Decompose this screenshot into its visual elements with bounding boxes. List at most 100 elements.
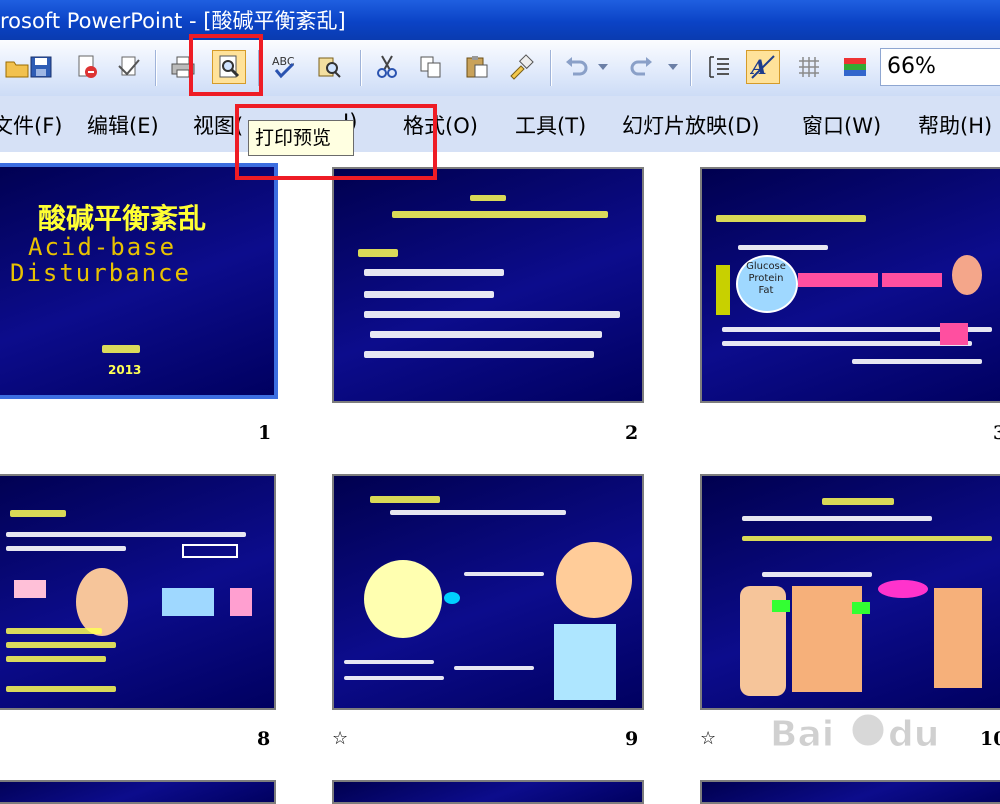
slide-3-line xyxy=(852,359,982,364)
slide-10-line xyxy=(742,516,932,521)
slide-10-line xyxy=(762,572,872,577)
permission-icon[interactable] xyxy=(70,50,104,84)
slide-9-box xyxy=(554,624,616,700)
slide-8-line xyxy=(6,532,246,537)
grid-icon[interactable] xyxy=(792,50,826,84)
slide-9-line xyxy=(454,666,534,670)
slide-3-line xyxy=(722,341,972,346)
slide-1-subtitle-2: Disturbance xyxy=(10,259,191,287)
slide-9-cell xyxy=(556,542,632,618)
slide-10-arrow xyxy=(852,602,870,614)
cut-icon[interactable] xyxy=(370,50,404,84)
slide-1-year: 2013 xyxy=(108,363,142,377)
spelling-icon[interactable]: ABC xyxy=(268,50,302,84)
slide-number-3: 3 xyxy=(993,422,1000,444)
slide-9-line xyxy=(344,676,444,680)
slide-10-heading xyxy=(822,498,894,505)
slide-2-line xyxy=(364,311,620,318)
slide-8-line xyxy=(6,656,106,662)
slide-3-circle-text: Glucose Protein Fat xyxy=(746,261,786,296)
copy-icon[interactable] xyxy=(414,50,448,84)
slide-2-section xyxy=(358,249,398,257)
slide-number-8: 8 xyxy=(257,728,271,750)
toolbar-separator xyxy=(155,50,157,86)
slide-number-9: 9 xyxy=(625,728,639,750)
slide-thumbnail-10[interactable] xyxy=(700,474,1000,710)
color-grayscale-button[interactable]: A xyxy=(746,50,780,84)
slide-9-line xyxy=(390,510,566,515)
slide-8-box xyxy=(230,588,252,616)
svg-text:Bai: Bai xyxy=(770,714,834,755)
highlight-print-preview-button xyxy=(189,34,263,96)
slide-8-heading xyxy=(10,510,66,517)
window-title: rosoft PowerPoint - [酸碱平衡紊乱] xyxy=(0,9,346,33)
slide-9-line xyxy=(344,660,434,664)
slide-number-1: 1 xyxy=(258,422,272,444)
slide-2-line xyxy=(370,331,602,338)
slide-1-author xyxy=(102,345,140,353)
slide-2-line xyxy=(364,351,594,358)
color-icon[interactable] xyxy=(838,50,872,84)
slide-3-heading xyxy=(716,215,866,222)
slide-1-title: 酸碱平衡紊乱 xyxy=(38,202,207,235)
menu-file[interactable]: 文件(F) xyxy=(0,110,62,140)
slide-10-arrow xyxy=(772,600,790,612)
menu-help[interactable]: 帮助(H) xyxy=(918,110,992,140)
slide-3-line xyxy=(738,245,828,250)
slide-2-heading xyxy=(470,195,506,201)
slide-3-lungs xyxy=(952,255,982,295)
slide-8-box xyxy=(14,580,46,598)
slide-3-arrow xyxy=(882,273,942,287)
slide-8-line xyxy=(6,628,102,634)
menu-slide-show[interactable]: 幻灯片放映(D) xyxy=(622,110,760,140)
standard-toolbar: ABC A xyxy=(0,40,1000,97)
slide-3-arrow xyxy=(798,273,878,287)
slide-9-heading xyxy=(370,496,440,503)
slide-8-line xyxy=(6,546,126,551)
menu-window[interactable]: 窗口(W) xyxy=(802,110,881,140)
slide-9-cell xyxy=(364,560,442,638)
slide-number-2: 2 xyxy=(625,422,639,444)
slide-1-subtitle-1: Acid-base xyxy=(28,233,177,261)
highlight-tooltip xyxy=(235,104,437,180)
slide-9-carrier xyxy=(444,592,460,604)
slide-10-transition-icon[interactable]: ☆ xyxy=(700,728,716,749)
redo-dropdown-icon[interactable] xyxy=(664,50,682,84)
research-icon[interactable] xyxy=(312,50,346,84)
slide-thumbnail-1[interactable]: 酸碱平衡紊乱 Acid-base Disturbance 2013 xyxy=(0,163,278,399)
menu-edit[interactable]: 编辑(E) xyxy=(87,110,159,140)
menu-tools[interactable]: 工具(T) xyxy=(515,110,586,140)
expand-icon[interactable] xyxy=(702,50,736,84)
zoom-box[interactable]: 66% xyxy=(880,48,1000,86)
redo-icon[interactable] xyxy=(624,50,658,84)
slide-thumbnail-2[interactable] xyxy=(332,167,644,403)
slide-2-subheading xyxy=(392,211,608,218)
slide-3-bar xyxy=(716,265,730,315)
save-icon[interactable] xyxy=(24,50,58,84)
undo-icon[interactable] xyxy=(560,50,594,84)
slide-thumbnail-partial[interactable] xyxy=(332,780,644,804)
svg-text:du: du xyxy=(888,714,939,755)
format-painter-icon[interactable] xyxy=(504,50,538,84)
slide-8-box xyxy=(182,544,238,558)
slide-10-line xyxy=(742,536,992,541)
paste-icon[interactable] xyxy=(460,50,494,84)
slide-thumbnail-partial[interactable] xyxy=(0,780,276,804)
slide-2-line xyxy=(364,291,494,298)
slide-8-line xyxy=(6,642,116,648)
undo-dropdown-icon[interactable] xyxy=(594,50,612,84)
slide-8-lungs xyxy=(76,568,128,636)
title-bar: rosoft PowerPoint - [酸碱平衡紊乱] xyxy=(0,0,1000,40)
slide-10-cell xyxy=(934,588,982,688)
slide-thumbnail-9[interactable] xyxy=(332,474,644,710)
color-grayscale-icon: A xyxy=(750,55,775,79)
toolbar-separator xyxy=(690,50,692,86)
slide-thumbnail-3[interactable]: Glucose Protein Fat xyxy=(700,167,1000,403)
slide-9-transition-icon[interactable]: ☆ xyxy=(332,728,348,749)
toolbar-separator xyxy=(550,50,552,86)
slide-thumbnail-8[interactable] xyxy=(0,474,276,710)
email-icon[interactable] xyxy=(112,50,146,84)
slide-3-arrow xyxy=(940,323,968,345)
slide-10-ellipse xyxy=(878,580,928,598)
baidu-watermark: Bai du xyxy=(770,700,1000,800)
